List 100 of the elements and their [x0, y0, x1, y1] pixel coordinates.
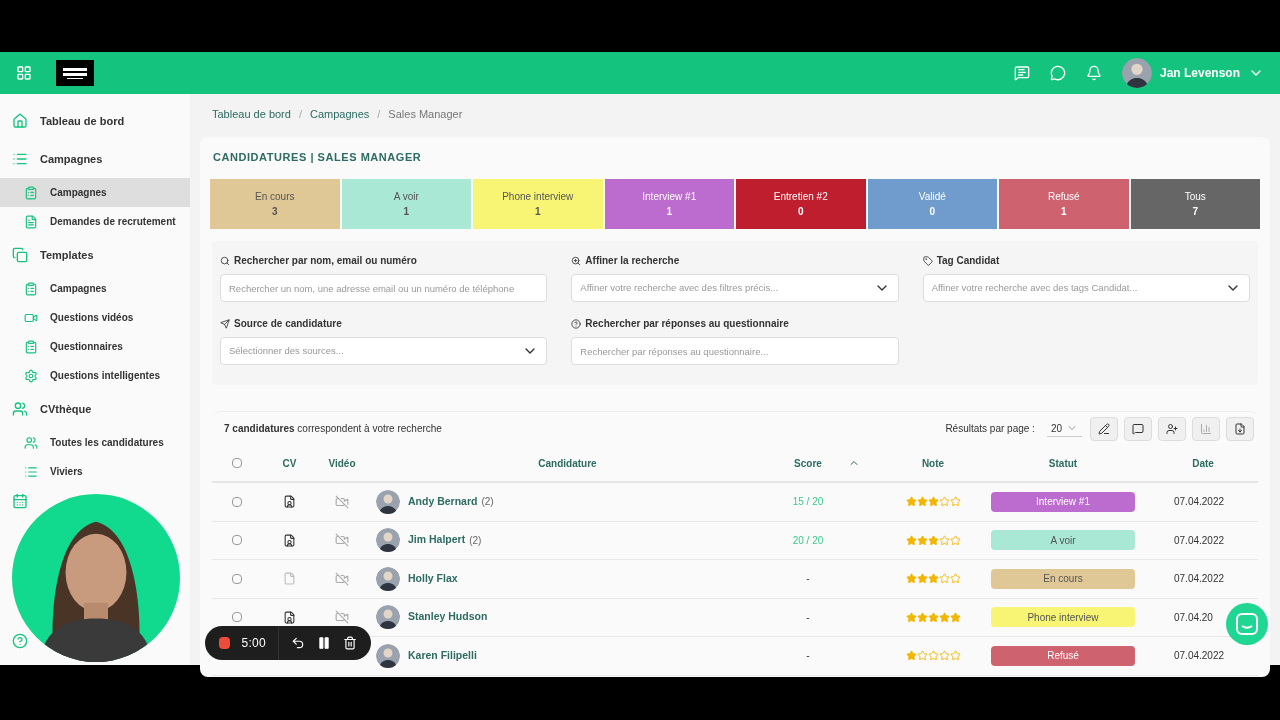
status-tile[interactable]: Interview #1 1 — [604, 179, 734, 229]
star-rating[interactable] — [905, 650, 961, 662]
sidebar-subitem[interactable]: Viviers — [0, 457, 190, 486]
status-badge: Phone interview — [991, 607, 1135, 628]
sidebar-subitem[interactable]: Toutes les candidatures — [0, 428, 190, 457]
undo-icon[interactable] — [290, 635, 305, 651]
candidate-name[interactable]: Jim Halpert — [408, 532, 466, 549]
star-icon[interactable] — [949, 650, 961, 662]
breadcrumb-separator: / — [298, 107, 302, 122]
status-tile[interactable]: Tous 7 — [1130, 179, 1260, 229]
status-tile[interactable]: Refusé 1 — [999, 179, 1129, 229]
search-field[interactable]: Rechercher un nom, une adresse email ou un numéro de téléphone — [220, 274, 548, 302]
filter-label: Source de candidature — [234, 317, 342, 331]
star-icon[interactable] — [927, 650, 939, 662]
column-header[interactable]: CV — [282, 455, 297, 471]
comment-icon[interactable] — [1132, 422, 1144, 435]
stop-button[interactable] — [219, 637, 230, 649]
breadcrumb-link[interactable]: Campagnes — [309, 106, 370, 123]
message-icon[interactable] — [1013, 65, 1030, 81]
delete-icon[interactable] — [343, 635, 357, 651]
candidate-name[interactable]: Stanley Hudson — [408, 609, 488, 626]
notification-icon[interactable] — [1085, 65, 1102, 81]
add-user-icon[interactable] — [1166, 422, 1178, 435]
star-rating[interactable] — [905, 534, 961, 546]
sidebar-item[interactable]: Campagnes — [0, 140, 190, 178]
checkbox[interactable] — [232, 496, 242, 507]
status-tile[interactable]: En cours 3 — [210, 179, 340, 229]
sidebar-subitem[interactable]: Campagnes — [0, 274, 190, 303]
star-icon[interactable] — [938, 496, 950, 508]
column-header[interactable]: Score — [794, 455, 822, 471]
calendar-icon[interactable] — [12, 493, 28, 509]
star-icon[interactable] — [927, 573, 939, 585]
sidebar-subitem[interactable]: Questions vidéos — [0, 303, 190, 332]
candidate-name[interactable]: Andy Bernard — [408, 493, 478, 510]
sidebar-subitem[interactable]: Campagnes — [0, 178, 190, 207]
star-icon[interactable] — [927, 534, 939, 546]
column-header[interactable]: Vidéo — [328, 455, 356, 471]
pause-icon[interactable] — [316, 635, 331, 651]
select-field[interactable]: Affiner votre recherche avec des tags Candidat... — [922, 274, 1250, 302]
star-icon[interactable] — [905, 534, 917, 546]
star-icon[interactable] — [938, 573, 950, 585]
checkbox[interactable] — [232, 612, 242, 623]
recording-time: 5:00 — [241, 635, 267, 652]
star-icon[interactable] — [916, 534, 928, 546]
checkbox[interactable] — [232, 573, 242, 584]
status-tile[interactable]: A voir 1 — [341, 179, 471, 229]
breadcrumb-link[interactable]: Tableau de bord — [212, 106, 291, 123]
checkbox[interactable] — [232, 535, 242, 546]
star-rating[interactable] — [905, 611, 961, 623]
star-icon[interactable] — [949, 611, 961, 623]
select-field[interactable]: Sélectionner des sources... — [220, 337, 548, 365]
star-icon[interactable] — [927, 496, 939, 508]
sidebar-subitem[interactable]: Demandes de recrutement — [0, 207, 190, 236]
chart-icon[interactable] — [1200, 422, 1212, 435]
star-icon[interactable] — [916, 496, 928, 508]
star-icon[interactable] — [938, 611, 950, 623]
apps-grid-icon[interactable] — [16, 65, 32, 81]
help-icon — [571, 318, 582, 329]
document-icon[interactable] — [283, 533, 296, 547]
star-icon[interactable] — [905, 650, 917, 662]
star-icon[interactable] — [916, 611, 928, 623]
status-badge: A voir — [991, 530, 1135, 551]
candidate-name[interactable]: Holly Flax — [408, 570, 458, 587]
sidebar-item[interactable]: Templates — [0, 236, 190, 274]
sidebar-subitem[interactable]: Questionnaires — [0, 332, 190, 361]
column-header[interactable]: Statut — [1048, 455, 1078, 471]
column-header[interactable]: Date — [1192, 455, 1214, 471]
star-icon[interactable] — [949, 496, 961, 508]
application-count: (2) — [481, 495, 494, 510]
status-tile[interactable]: Phone interview 1 — [473, 179, 603, 229]
star-rating[interactable] — [905, 496, 961, 508]
per-page-select[interactable]: 20 — [1046, 420, 1082, 437]
star-icon[interactable] — [905, 496, 917, 508]
star-icon[interactable] — [938, 650, 950, 662]
star-icon[interactable] — [905, 573, 917, 585]
star-icon[interactable] — [949, 534, 961, 546]
star-rating[interactable] — [905, 573, 961, 585]
file-download-icon[interactable] — [1234, 422, 1246, 435]
document-icon[interactable] — [283, 610, 296, 624]
help-icon[interactable] — [12, 633, 28, 649]
document-icon[interactable] — [283, 495, 296, 509]
column-header[interactable]: Note — [921, 455, 945, 471]
video-off-icon — [335, 610, 349, 625]
edit-icon[interactable] — [1098, 422, 1110, 435]
search-field[interactable]: Rechercher par réponses au questionnaire... — [571, 337, 899, 365]
sidebar-item[interactable]: CVthèque — [0, 390, 190, 428]
candidate-name[interactable]: Karen Filipelli — [408, 647, 477, 664]
select-field[interactable]: Affiner votre recherche avec des filtres précis... — [571, 274, 899, 302]
column-header[interactable]: Candidature — [538, 455, 597, 471]
checkbox[interactable] — [232, 458, 242, 468]
star-icon[interactable] — [916, 573, 928, 585]
chat-icon[interactable] — [1049, 65, 1066, 81]
sidebar-item[interactable]: Tableau de bord — [0, 102, 190, 140]
star-icon[interactable] — [938, 534, 950, 546]
star-icon[interactable] — [916, 650, 928, 662]
sidebar-subitem[interactable]: Questions intelligentes — [0, 361, 190, 390]
star-icon[interactable] — [905, 611, 917, 623]
status-tile[interactable]: Entretien #2 0 — [736, 179, 866, 229]
star-icon[interactable] — [949, 573, 961, 585]
star-icon[interactable] — [927, 611, 939, 623]
